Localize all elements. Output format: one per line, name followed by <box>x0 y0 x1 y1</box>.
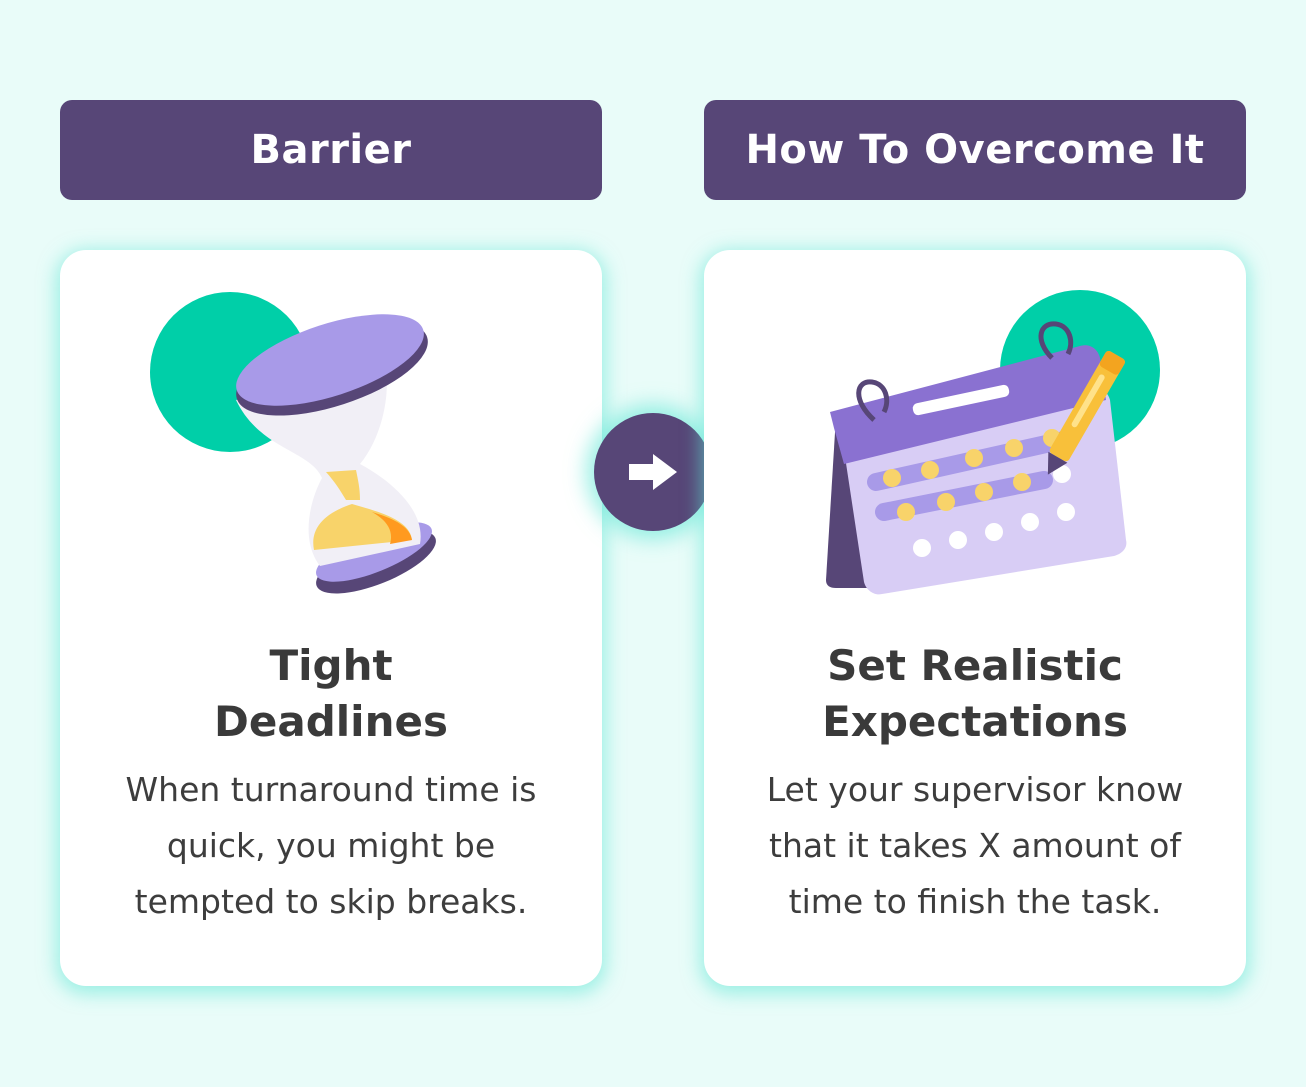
barrier-header-label: Barrier <box>250 127 412 173</box>
barrier-description-line-3: tempted to skip breaks. <box>134 882 528 921</box>
barrier-card: Tight Deadlines When turnaround time is … <box>60 250 602 986</box>
hourglass-icon <box>150 292 436 594</box>
overcome-description-line-2: that it takes X amount of <box>769 826 1181 865</box>
barrier-description: When turnaround time is quick, you might… <box>90 762 572 930</box>
overcome-header: How To Overcome It <box>704 100 1246 200</box>
overcome-description-line-3: time to finish the task. <box>788 882 1162 921</box>
arrow-right-icon <box>629 454 677 490</box>
arrow-connector <box>594 413 712 531</box>
barrier-title: Tight Deadlines <box>80 638 582 750</box>
comparison-diagram: Barrier How To Overcome It Tight Deadlin… <box>0 0 1306 1087</box>
barrier-description-line-1: When turnaround time is <box>125 770 537 809</box>
overcome-description: Let your supervisor know that it takes X… <box>734 762 1216 930</box>
barrier-title-line-1: Tight <box>269 641 393 690</box>
overcome-title-line-2: Expectations <box>822 697 1128 746</box>
overcome-title: Set Realistic Expectations <box>724 638 1226 750</box>
barrier-title-line-2: Deadlines <box>214 697 448 746</box>
barrier-header: Barrier <box>60 100 602 200</box>
barrier-description-line-2: quick, you might be <box>166 826 496 865</box>
overcome-card: Set Realistic Expectations Let your supe… <box>704 250 1246 986</box>
overcome-description-line-1: Let your supervisor know <box>766 770 1184 809</box>
overcome-title-line-1: Set Realistic <box>827 641 1123 690</box>
calendar-icon <box>826 290 1160 595</box>
overcome-header-label: How To Overcome It <box>745 127 1205 173</box>
